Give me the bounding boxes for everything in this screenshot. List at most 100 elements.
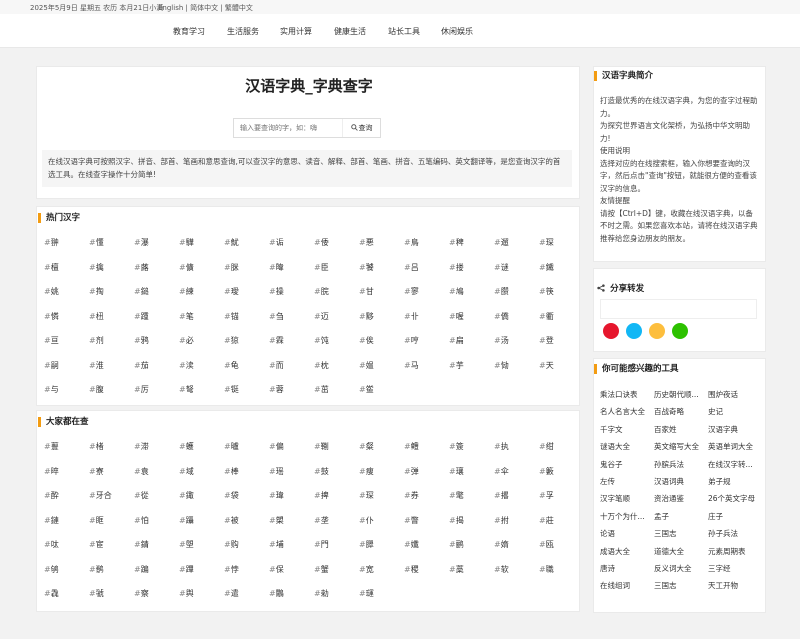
hot-char-link[interactable]: #操 <box>269 286 284 297</box>
common-char-link[interactable]: #塱 <box>179 539 194 550</box>
common-char-link[interactable]: #寮 <box>89 466 104 477</box>
common-char-link[interactable]: #瓯 <box>539 539 554 550</box>
common-char-link[interactable]: #拊 <box>494 515 509 526</box>
common-char-link[interactable]: #酔 <box>44 490 59 501</box>
common-char-link[interactable]: #棒 <box>224 466 239 477</box>
common-char-link[interactable]: #蟹 <box>314 564 329 575</box>
hot-char-link[interactable]: #腹 <box>89 384 104 395</box>
common-char-link[interactable]: #遣 <box>224 588 239 599</box>
hot-char-link[interactable]: #擒 <box>89 262 104 273</box>
search-button[interactable]: 查询 <box>342 119 380 137</box>
common-char-link[interactable]: #垄 <box>314 515 329 526</box>
common-char-link[interactable]: #孅 <box>404 539 419 550</box>
hot-char-link[interactable]: #瀑 <box>134 237 149 248</box>
hot-char-link[interactable]: #茄 <box>134 360 149 371</box>
common-char-link[interactable]: #錆 <box>134 539 149 550</box>
hot-char-link[interactable]: #刍 <box>269 311 284 322</box>
nav-item-webmaster[interactable]: 站长工具 <box>388 26 420 37</box>
hot-char-link[interactable]: #枕 <box>314 360 329 371</box>
hot-char-link[interactable]: #懂 <box>89 237 104 248</box>
common-char-link[interactable]: #鋷 <box>179 490 194 501</box>
common-char-link[interactable]: #鼓 <box>314 466 329 477</box>
common-char-link[interactable]: #虢 <box>89 588 104 599</box>
tool-link[interactable]: 元素周期表 <box>708 546 746 557</box>
common-char-link[interactable]: #痩 <box>359 466 374 477</box>
hot-char-link[interactable]: #扁 <box>449 335 464 346</box>
tool-link[interactable]: 孙子兵法 <box>708 528 738 539</box>
common-char-link[interactable]: #璭 <box>359 588 374 599</box>
wechat-icon[interactable] <box>672 323 688 339</box>
common-char-link[interactable]: #执 <box>494 441 509 452</box>
common-char-link[interactable]: #媠 <box>494 539 509 550</box>
common-char-link[interactable]: #眶 <box>89 515 104 526</box>
common-char-link[interactable]: #购 <box>224 539 239 550</box>
tool-link[interactable]: 鬼谷子 <box>600 459 623 470</box>
common-char-link[interactable]: #臎 <box>359 539 374 550</box>
tool-link[interactable]: 百战奇略 <box>654 406 684 417</box>
common-char-link[interactable]: #琛 <box>359 490 374 501</box>
common-char-link[interactable]: #滞 <box>134 441 149 452</box>
hot-char-link[interactable]: #檀 <box>44 262 59 273</box>
tool-link[interactable]: 孟子 <box>654 511 669 522</box>
tool-link[interactable]: 乘法口诀表 <box>600 389 638 400</box>
hot-char-link[interactable]: #魷 <box>224 237 239 248</box>
hot-char-link[interactable]: #茁 <box>314 384 329 395</box>
hot-char-link[interactable]: #臜 <box>494 286 509 297</box>
hot-char-link[interactable]: #暐 <box>269 262 284 273</box>
hot-char-link[interactable]: #嗣 <box>44 360 59 371</box>
common-char-link[interactable]: #職 <box>539 564 554 575</box>
common-char-link[interactable]: #蹕 <box>179 564 194 575</box>
tool-link[interactable]: 在线汉字转... <box>708 459 753 470</box>
tool-link[interactable]: 资治通鉴 <box>654 493 684 504</box>
hot-char-link[interactable]: #鳩 <box>449 286 464 297</box>
hot-char-link[interactable]: #衢 <box>539 311 554 322</box>
hot-char-link[interactable]: #驊 <box>179 237 194 248</box>
hot-char-link[interactable]: #霖 <box>269 335 284 346</box>
common-char-link[interactable]: #悖 <box>224 564 239 575</box>
nav-item-education[interactable]: 教育学习 <box>173 26 205 37</box>
common-char-link[interactable]: #伞 <box>494 466 509 477</box>
common-char-link[interactable]: #偏 <box>269 441 284 452</box>
tool-link[interactable]: 十万个为什... <box>600 511 645 522</box>
common-char-link[interactable]: #躡 <box>179 515 194 526</box>
common-char-link[interactable]: #券 <box>404 490 419 501</box>
common-char-link[interactable]: #曥 <box>224 441 239 452</box>
tool-link[interactable]: 在线组词 <box>600 580 630 591</box>
common-char-link[interactable]: #楮 <box>89 441 104 452</box>
tool-link[interactable]: 史记 <box>708 406 723 417</box>
common-char-link[interactable]: #藁 <box>449 564 464 575</box>
weibo-icon[interactable] <box>603 323 619 339</box>
hot-char-link[interactable]: #悪 <box>359 237 374 248</box>
common-char-link[interactable]: #牙合 <box>89 490 112 501</box>
tool-link[interactable]: 谜语大全 <box>600 441 630 452</box>
common-char-link[interactable]: #鹂 <box>449 539 464 550</box>
hot-char-link[interactable]: #稗 <box>449 237 464 248</box>
common-char-link[interactable]: #勑 <box>314 588 329 599</box>
common-char-link[interactable]: #弹 <box>404 466 419 477</box>
tool-link[interactable]: 26个英文字母 <box>708 493 755 504</box>
hot-char-link[interactable]: #琛 <box>539 237 554 248</box>
common-char-link[interactable]: #怕 <box>134 515 149 526</box>
common-char-link[interactable]: #仆 <box>359 515 374 526</box>
hot-char-link[interactable]: #璦 <box>224 286 239 297</box>
common-char-link[interactable]: #氅 <box>449 490 464 501</box>
tool-link[interactable]: 论语 <box>600 528 615 539</box>
common-char-link[interactable]: #察 <box>134 588 149 599</box>
common-char-link[interactable]: #保 <box>269 564 284 575</box>
common-char-link[interactable]: #鸲 <box>44 564 59 575</box>
tool-link[interactable]: 千字文 <box>600 424 623 435</box>
search-input[interactable] <box>234 119 342 137</box>
hot-char-link[interactable]: #僑 <box>494 311 509 322</box>
hot-char-link[interactable]: #脘 <box>314 286 329 297</box>
hot-char-link[interactable]: #弩 <box>179 384 194 395</box>
hot-char-link[interactable]: #甘 <box>359 286 374 297</box>
hot-char-link[interactable]: #吕 <box>404 262 419 273</box>
common-char-link[interactable]: #鞩 <box>314 441 329 452</box>
common-char-link[interactable]: #籔 <box>539 466 554 477</box>
common-char-link[interactable]: #鹡 <box>89 564 104 575</box>
hot-char-link[interactable]: #渎 <box>179 360 194 371</box>
hot-char-link[interactable]: #恸 <box>494 360 509 371</box>
common-char-link[interactable]: #蹁 <box>134 564 149 575</box>
common-char-link[interactable]: #软 <box>494 564 509 575</box>
tool-link[interactable]: 三字经 <box>708 563 731 574</box>
